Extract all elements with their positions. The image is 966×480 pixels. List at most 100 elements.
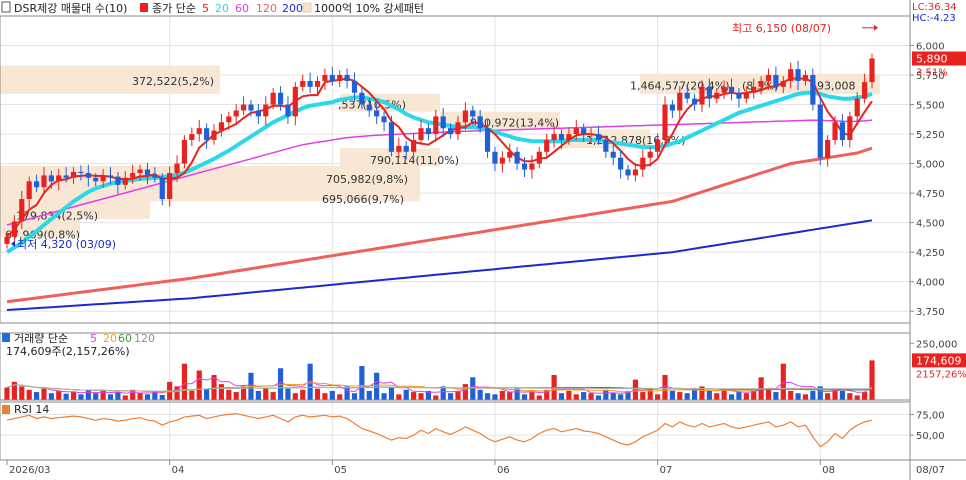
volume-current-change: 2157,26%: [916, 369, 966, 380]
volume-bar: [115, 392, 121, 400]
price-tick-label: 4,750: [916, 189, 945, 200]
stock-chart: 372,522(5,2%)1,464,577(20,4%)(8,3%)593,0…: [0, 0, 966, 480]
candle-body: [226, 116, 232, 123]
candle-body: [359, 92, 365, 105]
candle-body: [743, 92, 749, 99]
candle-body: [351, 80, 358, 93]
volume-bar: [736, 392, 742, 400]
candle-body: [329, 75, 335, 81]
window-title: DSR제강 매물대 수(10): [14, 2, 127, 15]
candle-body: [240, 104, 247, 111]
candle-body: [70, 171, 77, 178]
candle-body: [802, 75, 809, 81]
price-tick-label: 4,500: [916, 219, 945, 230]
volume-bar: [440, 386, 446, 400]
candle-body: [558, 134, 565, 140]
volume-bar: [300, 389, 306, 400]
candle-body: [714, 92, 720, 99]
candle-body: [159, 177, 165, 200]
candle-body: [758, 80, 764, 87]
candle-body: [388, 122, 395, 152]
ma-legend-60: 60: [235, 2, 249, 15]
high-annotation: 최고 6,150 (08/07): [732, 22, 831, 35]
volume-bar: [233, 392, 239, 400]
volume-bar: [795, 393, 801, 400]
volume-bar: [285, 388, 291, 400]
candle-body: [167, 173, 173, 200]
candle-body: [211, 130, 217, 140]
candle-body: [521, 163, 528, 170]
candle-body: [19, 199, 25, 222]
volume-bar: [433, 395, 439, 400]
price-tick-label: 3,750: [916, 307, 945, 318]
volume-bar: [337, 394, 343, 400]
candle-body: [810, 75, 816, 105]
volume-legend-label: 거래량 단순: [14, 332, 68, 345]
candle-body: [706, 86, 712, 99]
volume-bar: [573, 394, 579, 400]
volume-bar: [691, 389, 698, 400]
volume-bar: [662, 375, 668, 400]
volume-bar: [329, 390, 335, 400]
volume-bar: [351, 393, 358, 400]
x-tick-label: 08: [822, 465, 835, 476]
volume-bar: [366, 390, 372, 400]
rsi-tick-label: 50,00: [916, 431, 945, 442]
candle-body: [455, 122, 461, 135]
price-legend-icon: [140, 3, 148, 12]
candle-body: [26, 181, 32, 200]
candle-body: [403, 145, 409, 152]
volume-bar: [854, 395, 860, 400]
candle-body: [233, 110, 239, 117]
candle-body: [691, 98, 698, 105]
candle-body: [107, 175, 114, 177]
candle-body: [337, 75, 343, 81]
candle-body: [588, 134, 594, 136]
candle-body: [551, 134, 557, 140]
ma-legend-5: 5: [202, 2, 209, 15]
volume-bar: [122, 395, 128, 400]
volume-bar: [773, 392, 779, 400]
volume-bar: [684, 393, 690, 400]
volume-bar: [507, 392, 513, 400]
candle-body: [662, 104, 668, 140]
volume-bar: [484, 393, 491, 400]
candle-body: [152, 175, 158, 178]
volume-bar: [418, 393, 424, 400]
volume-bar: [33, 392, 40, 400]
volume-profile-label: 695,066(9,7%): [322, 193, 404, 206]
candle-body: [529, 163, 535, 170]
volume-profile-label: 790,114(11,0%): [370, 154, 459, 167]
candle-body: [78, 171, 84, 174]
candle-body: [492, 151, 498, 164]
candle-body: [773, 75, 779, 87]
volume-bar: [839, 390, 846, 400]
candle-body: [130, 173, 136, 178]
volume-bar: [204, 388, 210, 400]
volume-bar: [322, 393, 328, 400]
volume-bar: [63, 393, 69, 400]
candle-body: [573, 128, 579, 135]
volume-bar: [669, 390, 675, 400]
candle-body: [788, 69, 794, 81]
volume-bar: [603, 389, 609, 400]
volume-bar: [70, 392, 77, 400]
volume-bar: [292, 393, 298, 400]
volume-bar: [566, 390, 572, 400]
volume-bar: [477, 389, 483, 400]
volume-legend-icon: [2, 333, 10, 342]
candle-body: [63, 175, 69, 178]
volume-bar: [159, 395, 165, 400]
candle-body: [189, 134, 195, 140]
volume-bar: [640, 392, 646, 400]
candle-body: [255, 110, 261, 117]
volume-bar: [862, 392, 868, 400]
candle-body: [751, 86, 757, 93]
candle-body: [603, 139, 609, 152]
volume-bar: [411, 392, 417, 400]
candle-body: [396, 145, 402, 152]
price-tick-label: 5,000: [916, 160, 945, 171]
candle-body: [277, 92, 284, 105]
candle-body: [181, 139, 188, 164]
volume-bar: [56, 390, 62, 400]
